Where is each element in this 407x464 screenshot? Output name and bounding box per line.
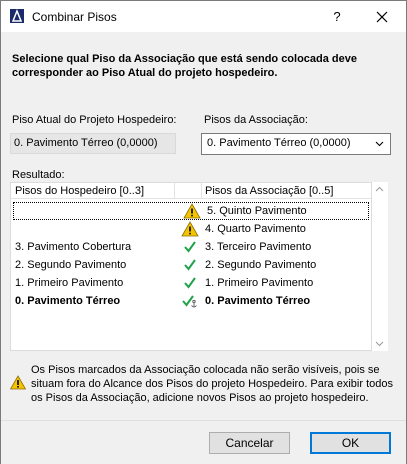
table-row[interactable]: 2. Segundo Pavimento 2. Segundo Paviment… <box>11 256 371 274</box>
cancel-button[interactable]: Cancelar <box>209 432 290 454</box>
column-header-assoc: Pisos da Associação [0..5] <box>205 185 334 197</box>
chevron-up-icon[interactable] <box>375 186 384 192</box>
ok-button[interactable]: OK <box>310 432 391 454</box>
table-row[interactable]: 1. Primeiro Pavimento 1. Primeiro Pavime… <box>11 274 371 292</box>
column-header-host: Pisos do Hospedeiro [0..3] <box>15 185 145 197</box>
result-label: Resultado: <box>12 169 65 181</box>
chevron-down-icon <box>375 141 384 147</box>
dialog-footer: Cancelar OK <box>1 420 406 464</box>
assoc-floor-cell: 4. Quarto Pavimento <box>205 223 306 235</box>
assoc-floor-cell: 2. Segundo Pavimento <box>205 259 317 271</box>
host-floor-cell: 3. Pavimento Cobertura <box>15 241 132 253</box>
assoc-floor-cell: 1. Primeiro Pavimento <box>205 277 314 289</box>
help-button[interactable]: ? <box>327 7 347 27</box>
chevron-down-icon[interactable] <box>375 341 384 347</box>
instruction-text: Selecione qual Piso da Associação que es… <box>12 53 358 79</box>
host-floor-cell: 2. Segundo Pavimento <box>15 259 127 271</box>
host-current-floor-field: 0. Pavimento Térreo (0,0000) <box>10 133 176 154</box>
table-rows: 5. Quinto Pavimento 4. Quarto Pavimento … <box>11 202 371 310</box>
warning-icon <box>183 203 201 219</box>
column-divider <box>201 183 202 199</box>
result-table: Pisos do Hospedeiro [0..3] Pisos da Asso… <box>10 182 372 351</box>
warning-message: Os Pisos marcados da Associação colocada… <box>31 364 393 404</box>
table-row[interactable]: 4. Quarto Pavimento <box>11 220 371 238</box>
check-icon <box>184 277 196 289</box>
check-icon <box>184 241 196 253</box>
table-row[interactable]: 0. Pavimento Térreo 0. Pavimento Térreo <box>11 292 371 310</box>
column-divider <box>174 183 175 199</box>
app-icon <box>10 9 24 23</box>
assoc-floor-select-value: 0. Pavimento Térreo (0,0000) <box>207 137 351 149</box>
window-title: Combinar Pisos <box>32 10 117 24</box>
table-header: Pisos do Hospedeiro [0..3] Pisos da Asso… <box>11 183 371 199</box>
warning-icon <box>181 221 199 237</box>
host-floor-cell: 0. Pavimento Térreo <box>15 295 121 307</box>
table-row[interactable]: 5. Quinto Pavimento <box>13 202 369 220</box>
close-icon[interactable] <box>372 7 392 27</box>
assoc-floor-cell: 3. Terceiro Pavimento <box>205 241 312 253</box>
table-row[interactable]: 3. Pavimento Cobertura 3. Terceiro Pavim… <box>11 238 371 256</box>
assoc-floor-cell: 5. Quinto Pavimento <box>207 205 307 217</box>
host-floor-cell: 1. Primeiro Pavimento <box>15 277 124 289</box>
warning-icon <box>10 375 26 390</box>
assoc-floor-cell: 0. Pavimento Térreo <box>205 295 311 307</box>
title-bar: Combinar Pisos ? <box>1 1 406 32</box>
check-anchor-icon <box>182 295 197 308</box>
assoc-floors-label: Pisos da Associação: <box>204 114 308 126</box>
host-floor-label: Piso Atual do Projeto Hospedeiro: <box>12 114 177 126</box>
check-icon <box>184 259 196 271</box>
assoc-floor-select[interactable]: 0. Pavimento Térreo (0,0000) <box>201 133 391 155</box>
combine-floors-dialog: Combinar Pisos ? Selecione qual Piso da … <box>0 0 407 464</box>
table-scrollbar[interactable] <box>372 182 388 351</box>
